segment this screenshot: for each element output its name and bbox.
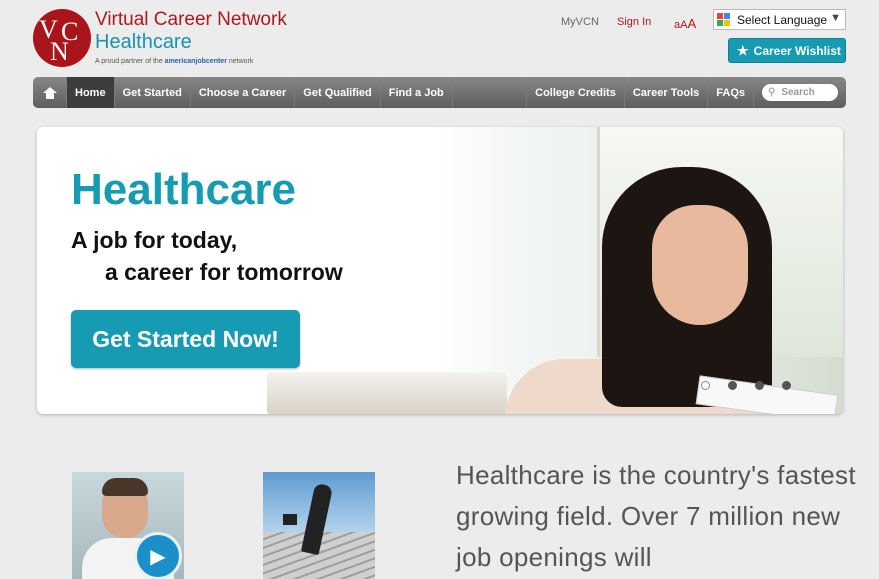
nav-item-career-tools[interactable]: Career Tools [625,77,709,108]
nav-item-home[interactable]: Home [67,77,115,108]
text-size-large: A [687,16,697,31]
slide-dot-3[interactable] [755,381,764,390]
career-stairs-thumbnail[interactable] [263,472,375,579]
nav-item-find-a-job[interactable]: Find a Job [381,77,453,108]
vcn-monogram: V C N [33,9,91,67]
chevron-down-icon: ▼ [830,12,841,24]
slide-dot-4[interactable] [782,381,791,390]
hero-title: Healthcare [71,165,297,214]
text-size-small: aA [674,19,688,31]
logo-subtitle: Healthcare [95,31,192,53]
logo-tagline: A proud partner of the americanjobcenter… [95,58,253,65]
text-size-toggle[interactable]: aAA [674,16,696,31]
healthcare-intro-text: Healthcare is the country's fastest grow… [456,460,856,572]
briefcase-image [283,514,297,525]
hero-photo-books [267,372,507,414]
doctor-video-thumbnail[interactable]: ▶ [72,472,184,579]
language-select[interactable]: Select Language ▼ [713,9,846,30]
hero-banner: Healthcare A job for today, a career for… [37,127,843,414]
career-wishlist-button[interactable]: ★ Career Wishlist [728,38,846,63]
sign-in-link[interactable]: Sign In [617,16,651,28]
slide-indicators [701,381,791,390]
search-placeholder: Search [781,87,815,98]
home-icon [42,86,57,99]
nav-item-get-qualified[interactable]: Get Qualified [295,77,381,108]
site-logo[interactable]: V C N Virtual Career Network Healthcare … [33,8,293,70]
play-icon[interactable]: ▶ [134,532,182,579]
logo-letter-n: N [50,37,69,66]
nav-item-college-credits[interactable]: College Credits [527,77,625,108]
google-translate-icon [717,12,731,27]
career-wishlist-label: Career Wishlist [753,43,841,58]
nav-item-get-started[interactable]: Get Started [115,77,191,108]
hero-tagline-2: a career for tomorrow [105,259,343,285]
star-icon: ★ [737,42,749,58]
home-icon-button[interactable] [33,77,67,108]
slide-dot-1[interactable] [701,381,710,390]
tagline-suffix: network [228,58,254,65]
search-icon: ⚲ [768,87,776,98]
hero-tagline-1: A job for today, [71,227,238,253]
logo-title: Virtual Career Network [95,9,287,30]
doctor-hair [102,478,148,496]
language-select-label: Select Language [737,12,828,27]
main-nav: Home Get Started Choose a Career Get Qua… [33,77,846,108]
nav-item-faqs[interactable]: FAQs [708,77,754,108]
myvcn-link[interactable]: MyVCN [561,16,599,28]
slide-dot-2[interactable] [728,381,737,390]
get-started-now-button[interactable]: Get Started Now! [71,310,300,368]
hero-photo-face [652,205,748,325]
search-input[interactable]: ⚲ Search [762,84,838,101]
tagline-brand: americanjobcenter [164,58,227,65]
nav-item-choose-a-career[interactable]: Choose a Career [191,77,296,108]
tagline-prefix: A proud partner of the [95,58,163,65]
nav-spacer [453,77,528,108]
